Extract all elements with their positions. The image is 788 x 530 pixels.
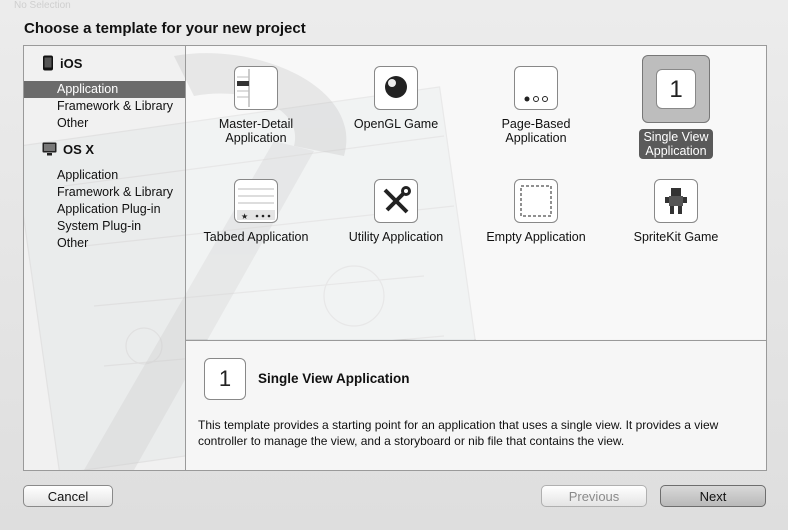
template-label: SpriteKit Game [633, 230, 719, 244]
tabbed-icon: ★ [234, 179, 278, 223]
sidebar-section-label: iOS [60, 55, 83, 71]
template-page-based[interactable]: Page-Based Application [466, 66, 606, 146]
template-title: Single View Application [258, 371, 410, 386]
single-view-icon: 1 [204, 358, 246, 400]
spritekit-icon [654, 179, 698, 223]
sidebar-item-osx-framework-library[interactable]: Framework & Library [24, 184, 185, 201]
sidebar-section-osx: OS X [42, 140, 94, 158]
master-detail-icon [234, 66, 278, 110]
template-label: Single View Application [639, 129, 713, 159]
sidebar-item-osx-application-plugin[interactable]: Application Plug-in [24, 201, 185, 218]
dialog-heading: Choose a template for your new project [24, 20, 306, 37]
next-button[interactable]: Next [660, 485, 766, 507]
single-view-icon: 1 [656, 69, 696, 109]
sidebar-item-ios-other[interactable]: Other [24, 115, 185, 132]
template-empty[interactable]: Empty Application [466, 179, 606, 245]
template-description-panel: 1 Single View Application This template … [186, 340, 766, 470]
sidebar-item-osx-application[interactable]: Application [24, 167, 185, 184]
template-master-detail[interactable]: Master-Detail Application [186, 66, 326, 146]
sidebar-item-ios-framework-library[interactable]: Framework & Library [24, 98, 185, 115]
sidebar-item-ios-application[interactable]: Application [24, 81, 185, 98]
platform-sidebar: iOS Application Framework & Library Othe… [24, 46, 186, 470]
utility-icon [374, 179, 418, 223]
template-single-view[interactable]: 1 Single View Application [606, 55, 746, 159]
new-project-dialog: No Selection Choose a template for your … [0, 0, 788, 530]
opengl-icon [374, 66, 418, 110]
previous-button[interactable]: Previous [541, 485, 647, 507]
svg-text:★: ★ [241, 212, 248, 221]
template-label: OpenGL Game [353, 117, 439, 131]
template-label: Page-Based Application [501, 117, 571, 145]
template-opengl-game[interactable]: OpenGL Game [326, 66, 466, 132]
template-label: Empty Application [486, 230, 586, 244]
sidebar-item-osx-system-plugin[interactable]: System Plug-in [24, 218, 185, 235]
template-utility[interactable]: Utility Application [326, 179, 466, 245]
empty-icon [514, 179, 558, 223]
template-chooser: iOS Application Framework & Library Othe… [23, 45, 767, 471]
selection-highlight: 1 [642, 55, 710, 123]
ghost-title: No Selection [14, 0, 71, 11]
template-tabbed[interactable]: ★ Tabbed Application [186, 179, 326, 245]
template-spritekit[interactable]: SpriteKit Game [606, 179, 746, 245]
sidebar-item-osx-other[interactable]: Other [24, 235, 185, 252]
page-based-icon [514, 66, 558, 110]
template-label: Tabbed Application [203, 230, 309, 244]
iphone-icon [43, 55, 53, 71]
mac-icon [42, 142, 57, 156]
template-description: This template provides a starting point … [198, 418, 719, 448]
template-label: Master-Detail Application [218, 117, 294, 145]
cancel-button[interactable]: Cancel [23, 485, 113, 507]
template-label: Utility Application [348, 230, 444, 244]
sidebar-section-ios: iOS [42, 54, 82, 72]
sidebar-section-label: OS X [63, 141, 95, 157]
template-grid: Master-Detail Application OpenGL Game Pa… [186, 46, 766, 339]
